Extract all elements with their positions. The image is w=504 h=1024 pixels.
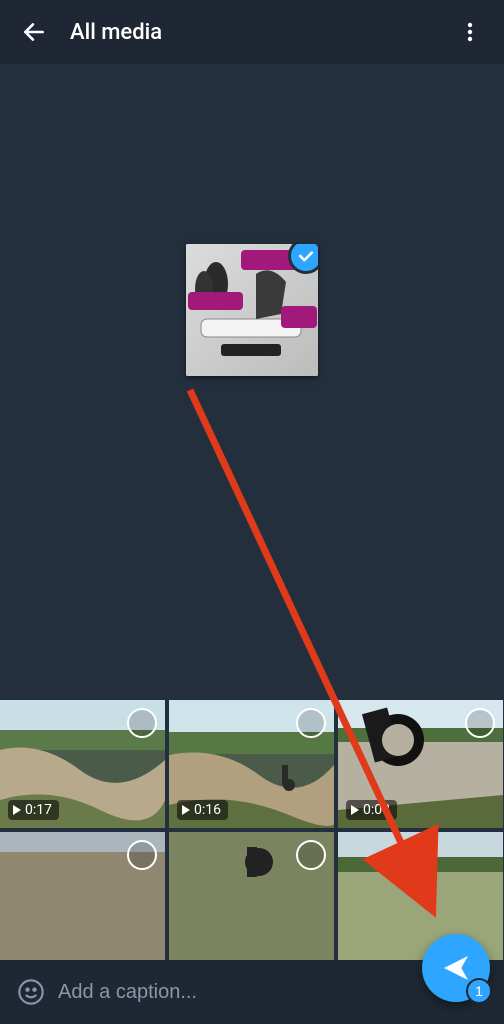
gallery-row: 0:17 0:16 [0, 700, 504, 828]
play-icon [13, 805, 21, 815]
play-icon [182, 805, 190, 815]
selection-circle[interactable] [127, 708, 157, 738]
gallery-thumbnail[interactable] [0, 832, 165, 960]
duration-chip: 0:17 [8, 800, 59, 820]
gallery-thumbnail[interactable]: 0:08 [338, 700, 503, 828]
duration-text: 0:08 [363, 802, 390, 818]
duration-text: 0:16 [194, 802, 221, 818]
back-button[interactable] [12, 10, 56, 54]
video-thumb-image [338, 832, 503, 960]
gallery-thumbnail[interactable] [169, 832, 334, 960]
play-icon [351, 805, 359, 815]
emoji-button[interactable] [14, 975, 48, 1009]
media-gallery[interactable]: 0:17 0:16 [0, 700, 504, 960]
preview-area [0, 64, 504, 700]
send-count-badge: 1 [466, 978, 492, 1004]
back-arrow-icon [21, 19, 47, 45]
smile-icon [17, 978, 45, 1006]
top-bar: All media [0, 0, 504, 64]
gallery-thumbnail[interactable] [338, 832, 503, 960]
duration-text: 0:17 [25, 802, 52, 818]
selection-circle[interactable] [127, 840, 157, 870]
send-button[interactable]: 1 [422, 934, 490, 1002]
duration-chip: 0:08 [346, 800, 397, 820]
gallery-thumbnail[interactable]: 0:17 [0, 700, 165, 828]
gallery-row [0, 832, 504, 960]
more-vertical-icon [458, 20, 482, 44]
gallery-thumbnail[interactable]: 0:16 [169, 700, 334, 828]
page-title: All media [70, 20, 448, 45]
selection-circle[interactable] [465, 708, 495, 738]
send-icon [440, 952, 472, 984]
check-icon [296, 246, 316, 266]
selection-circle[interactable] [296, 840, 326, 870]
more-button[interactable] [448, 10, 492, 54]
selected-media-thumbnail[interactable] [186, 244, 318, 376]
selection-circle[interactable] [296, 708, 326, 738]
duration-chip: 0:16 [177, 800, 228, 820]
